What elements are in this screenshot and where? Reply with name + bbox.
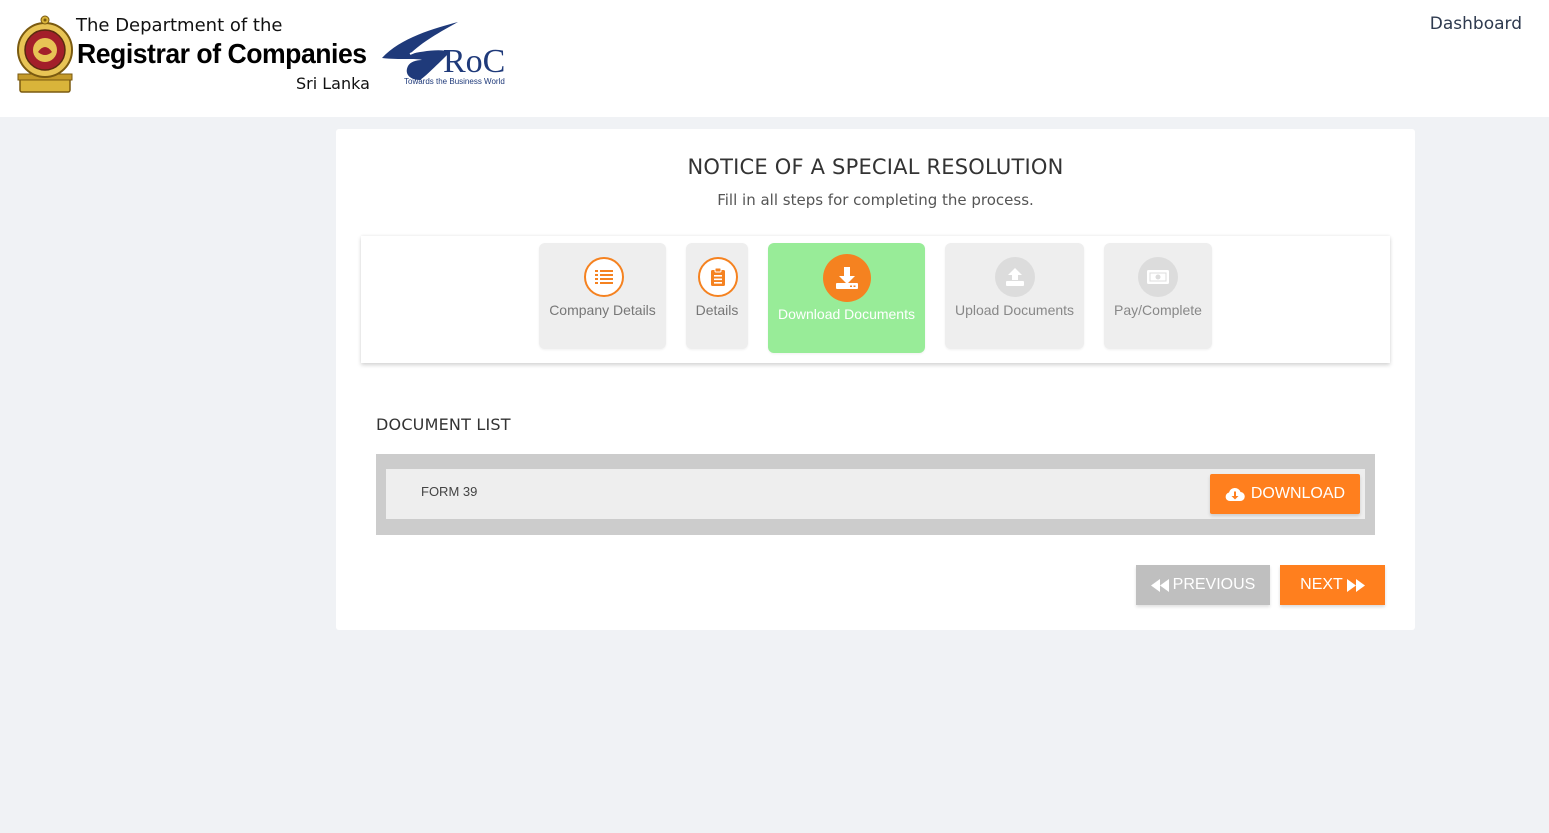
download-icon: [822, 254, 871, 302]
eroc-tagline: Towards the Business World: [404, 77, 505, 86]
step-upload-documents[interactable]: Upload Documents: [945, 243, 1084, 349]
document-list: FORM 39 DOWNLOAD: [376, 454, 1375, 535]
download-button[interactable]: DOWNLOAD: [1210, 474, 1360, 514]
brand-line-department: The Department of the: [76, 15, 283, 36]
step-details[interactable]: Details: [686, 243, 748, 349]
step-pay-complete[interactable]: Pay/Complete: [1104, 243, 1212, 349]
document-name: FORM 39: [421, 484, 478, 499]
money-icon: [1138, 257, 1178, 297]
step-label: Download Documents: [778, 306, 915, 322]
list-icon: [583, 257, 624, 297]
process-stepper: Company Details Details Download Documen…: [361, 236, 1390, 363]
cloud-download-icon: [1225, 487, 1245, 501]
previous-button[interactable]: PREVIOUS: [1136, 565, 1270, 605]
page-subtitle: Fill in all steps for completing the pro…: [717, 191, 1034, 209]
fast-backward-icon: [1150, 578, 1169, 592]
document-list-heading: DOCUMENT LIST: [376, 415, 511, 434]
download-button-label: DOWNLOAD: [1250, 485, 1346, 502]
step-download-documents[interactable]: Download Documents: [768, 243, 925, 353]
previous-button-label: PREVIOUS: [1172, 576, 1256, 593]
step-label: Upload Documents: [954, 302, 1075, 318]
page-title: NOTICE OF A SPECIAL RESOLUTION: [687, 155, 1064, 179]
site-header: The Department of the Registrar of Compa…: [0, 0, 1549, 117]
main-card: NOTICE OF A SPECIAL RESOLUTION Fill in a…: [336, 129, 1415, 630]
dashboard-link[interactable]: Dashboard: [1430, 14, 1522, 34]
next-button-label: NEXT: [1300, 576, 1343, 593]
step-label: Details: [695, 302, 739, 318]
sri-lanka-emblem-icon: [17, 15, 73, 93]
brand-line-registrar: Registrar of Companies: [77, 38, 367, 69]
upload-icon: [994, 257, 1035, 297]
next-button[interactable]: NEXT: [1280, 565, 1385, 605]
clipboard-icon: [698, 257, 738, 297]
step-company-details[interactable]: Company Details: [539, 243, 666, 349]
table-row: FORM 39 DOWNLOAD: [386, 469, 1365, 519]
brand-line-country: Sri Lanka: [296, 74, 370, 93]
step-label: Company Details: [549, 302, 656, 318]
fast-forward-icon: [1346, 578, 1365, 592]
eroc-logo-text: RoC: [443, 43, 506, 80]
step-label: Pay/Complete: [1114, 302, 1202, 318]
